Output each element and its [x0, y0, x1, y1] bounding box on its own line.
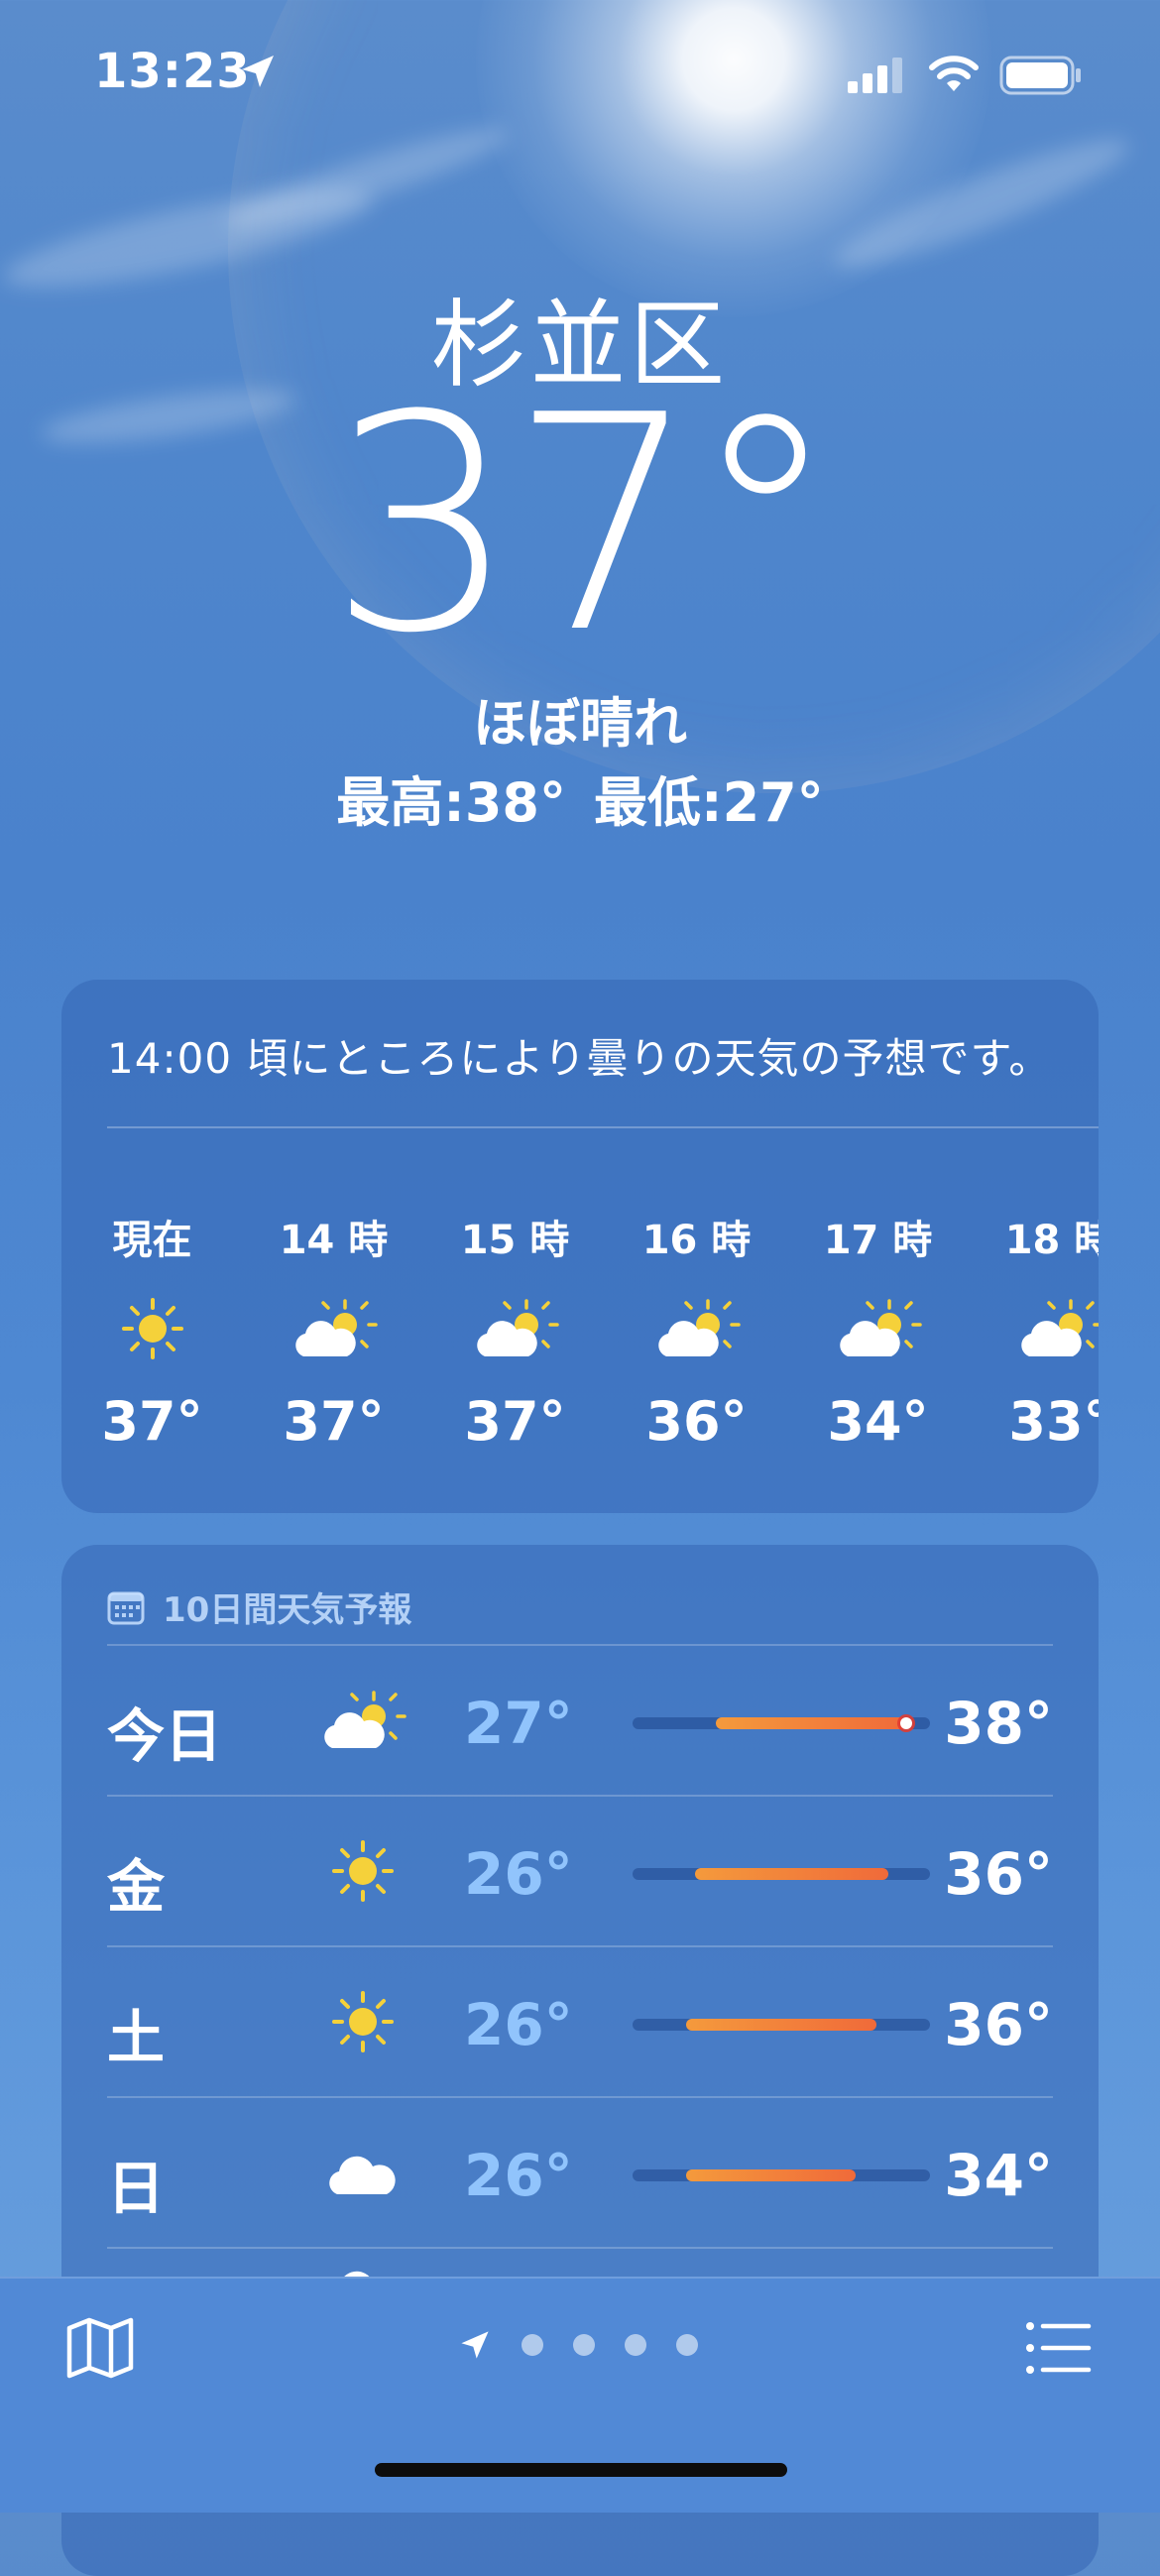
hour-item: 14 時 37° — [243, 1208, 424, 1453]
bottom-toolbar — [0, 2277, 1160, 2513]
home-indicator[interactable] — [375, 2463, 787, 2477]
high-low: 最高:38° 最低:27° — [0, 759, 1160, 837]
temp-range-bar — [633, 2019, 930, 2031]
temp-range-fill — [695, 1868, 888, 1880]
hour-temp: 36° — [645, 1390, 748, 1453]
temp-range-bar — [633, 1868, 930, 1880]
temp-range-bar — [633, 2169, 930, 2181]
temperature-value: 37 — [328, 352, 699, 698]
map-icon[interactable] — [65, 2316, 135, 2380]
forecast-high: 34° — [944, 2142, 1053, 2209]
page-dot[interactable] — [522, 2334, 543, 2356]
ten-day-title: 10日間天気予報 — [163, 1590, 412, 1630]
sun-icon — [313, 1977, 412, 2066]
hour-label: 14 時 — [279, 1218, 389, 1263]
forecast-day: 金 — [107, 1853, 166, 1921]
forecast-row[interactable]: 今日 27° 38° — [107, 1646, 1053, 1795]
wifi-icon — [929, 56, 979, 91]
hour-label: 17 時 — [823, 1218, 933, 1263]
forecast-row[interactable]: 金 26° 36° — [107, 1797, 1053, 1945]
hourly-forecast-card[interactable]: 14:00 頃にところにより曇りの天気の予想です。 現在 37° 14 時 37… — [61, 980, 1099, 1513]
sun-icon — [313, 1826, 412, 1916]
list-icon[interactable] — [1025, 2320, 1093, 2376]
hour-temp: 37° — [283, 1390, 385, 1453]
hour-label: 16 時 — [641, 1218, 752, 1263]
hour-label: 18 時 — [1004, 1218, 1099, 1263]
high-temp: 最高:38° — [336, 771, 566, 834]
status-time: 13:23 — [94, 44, 251, 99]
partly-cloudy-icon — [313, 1676, 412, 1765]
forecast-row[interactable]: 日 26° 34° — [107, 2098, 1053, 2247]
hour-temp: 34° — [827, 1390, 929, 1453]
current-temperature: 37° — [0, 377, 1160, 674]
forecast-low: 26° — [464, 1991, 573, 2058]
forecast-high: 36° — [944, 1991, 1053, 2058]
temp-range-bar — [633, 1717, 930, 1729]
ten-day-header: 10日間天気予報 — [107, 1582, 411, 1631]
hour-item: 現在 37° — [61, 1208, 243, 1453]
forecast-high: 36° — [944, 1840, 1053, 1908]
hour-temp: 37° — [101, 1390, 203, 1453]
cellular-signal-icon — [848, 58, 902, 93]
partly-cloudy-icon — [787, 1279, 969, 1378]
hourly-summary: 14:00 頃にところにより曇りの天気の予想です。 — [107, 1034, 1052, 1083]
forecast-day: 今日 — [107, 1702, 223, 1770]
temp-range-fill — [686, 2019, 876, 2031]
partly-cloudy-icon — [969, 1279, 1099, 1378]
location-arrow-icon — [242, 56, 274, 87]
partly-cloudy-icon — [243, 1279, 424, 1378]
current-temp-marker — [900, 1717, 912, 1729]
sun-icon — [61, 1279, 243, 1378]
battery-icon — [999, 56, 1081, 95]
forecast-low: 26° — [464, 2142, 573, 2209]
partly-cloudy-icon — [606, 1279, 787, 1378]
page-indicator[interactable] — [458, 2328, 698, 2362]
condition-text: ほぼ晴れ — [473, 692, 687, 755]
temp-range-fill — [686, 2169, 856, 2181]
hour-label: 15 時 — [460, 1218, 570, 1263]
hour-temp: 37° — [464, 1390, 566, 1453]
forecast-high: 38° — [944, 1690, 1053, 1757]
hour-item: 15 時 37° — [424, 1208, 606, 1453]
location-arrow-icon — [461, 2331, 489, 2359]
hour-label: 現在 — [112, 1218, 192, 1263]
forecast-row[interactable]: 土 26° 36° — [107, 1947, 1053, 2096]
forecast-low: 27° — [464, 1690, 573, 1757]
hour-item: 16 時 36° — [606, 1208, 787, 1453]
forecast-low: 26° — [464, 1840, 573, 1908]
temp-range-fill — [716, 1717, 906, 1729]
page-dot[interactable] — [573, 2334, 595, 2356]
low-temp: 最低:27° — [594, 771, 824, 834]
cloud-icon — [313, 2128, 412, 2217]
hour-item: 17 時 34° — [787, 1208, 969, 1453]
forecast-day: 土 — [107, 2004, 166, 2071]
forecast-day: 日 — [107, 2155, 166, 2222]
calendar-icon — [107, 1591, 145, 1624]
degree-symbol: ° — [690, 352, 840, 698]
page-dot[interactable] — [676, 2334, 698, 2356]
hour-item: 18 時 33° — [969, 1208, 1099, 1453]
status-bar: 13:23 — [0, 0, 1160, 149]
divider — [107, 1126, 1099, 1128]
page-dot[interactable] — [625, 2334, 646, 2356]
partly-cloudy-icon — [424, 1279, 606, 1378]
hour-temp: 33° — [1008, 1390, 1099, 1453]
hourly-list[interactable]: 現在 37° 14 時 37° 15 時 37° 16 時 36° 17 時 3… — [61, 1208, 1099, 1453]
